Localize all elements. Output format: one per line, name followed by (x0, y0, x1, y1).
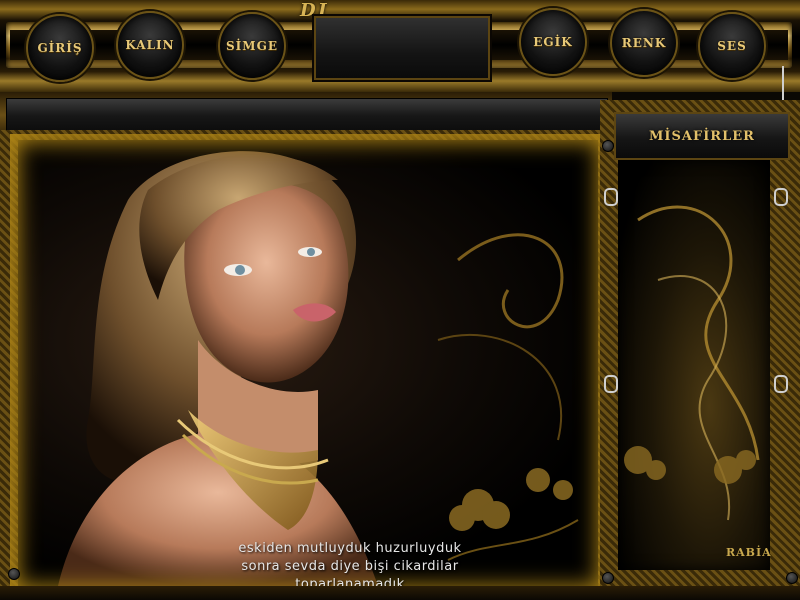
rivet-icon (8, 568, 20, 580)
portrait-artwork (58, 151, 579, 586)
chain-link-icon (774, 375, 788, 393)
ses-button[interactable]: SES (698, 12, 766, 80)
kalin-button[interactable]: KALIN (116, 11, 184, 79)
center-display-box (314, 16, 490, 80)
caption-line-2: sonra sevda diye bişi cikardilar (241, 559, 459, 574)
simge-button[interactable]: SİMGE (218, 12, 286, 80)
bottom-frame (0, 586, 800, 600)
chain-link-icon (604, 188, 618, 206)
rivet-icon (786, 572, 798, 584)
chain-link-icon (604, 375, 618, 393)
caption-line-1: eskiden mutluyduk huzurluyduk (238, 541, 462, 556)
rivet-icon (602, 572, 614, 584)
egik-label: EGİK (533, 35, 573, 49)
egik-button[interactable]: EGİK (519, 8, 587, 76)
ses-label: SES (717, 39, 747, 53)
renk-button[interactable]: RENK (610, 9, 678, 77)
main-image (18, 140, 598, 586)
guests-header: MİSAFİRLER (614, 112, 790, 160)
guest-list[interactable] (618, 160, 770, 570)
signature: RABİA (726, 546, 772, 559)
giris-label: GİRİŞ (37, 41, 83, 55)
message-input[interactable] (6, 98, 608, 134)
guests-title: MİSAFİRLER (649, 128, 755, 144)
chain-link-icon (774, 188, 788, 206)
giris-button[interactable]: GİRİŞ (26, 14, 94, 82)
kalin-label: KALIN (125, 38, 175, 52)
simge-label: SİMGE (226, 39, 278, 53)
rivet-icon (602, 140, 614, 152)
guest-panel-artwork (624, 205, 760, 521)
renk-label: RENK (621, 36, 667, 50)
